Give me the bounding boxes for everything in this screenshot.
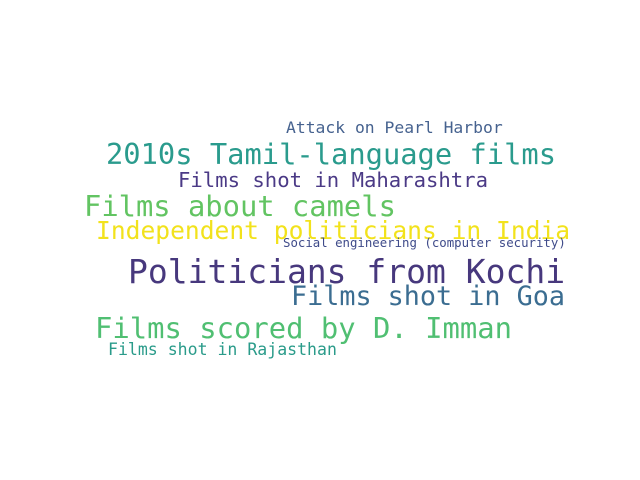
word-attack-on-pearl-harbor: Attack on Pearl Harbor <box>286 118 503 137</box>
word-films-shot-in-rajasthan: Films shot in Rajasthan <box>108 340 337 359</box>
word-films-shot-in-maharashtra: Films shot in Maharashtra <box>178 168 488 192</box>
word-2010s-tamil-language-films: 2010s Tamil-language films <box>106 137 557 171</box>
word-cloud: Attack on Pearl Harbor 2010s Tamil-langu… <box>0 0 640 480</box>
word-social-engineering: Social engineering (computer security) <box>283 236 566 250</box>
word-films-shot-in-goa: Films shot in Goa <box>291 281 565 312</box>
word-films-scored-by-d-imman: Films scored by D. Imman <box>95 311 512 345</box>
